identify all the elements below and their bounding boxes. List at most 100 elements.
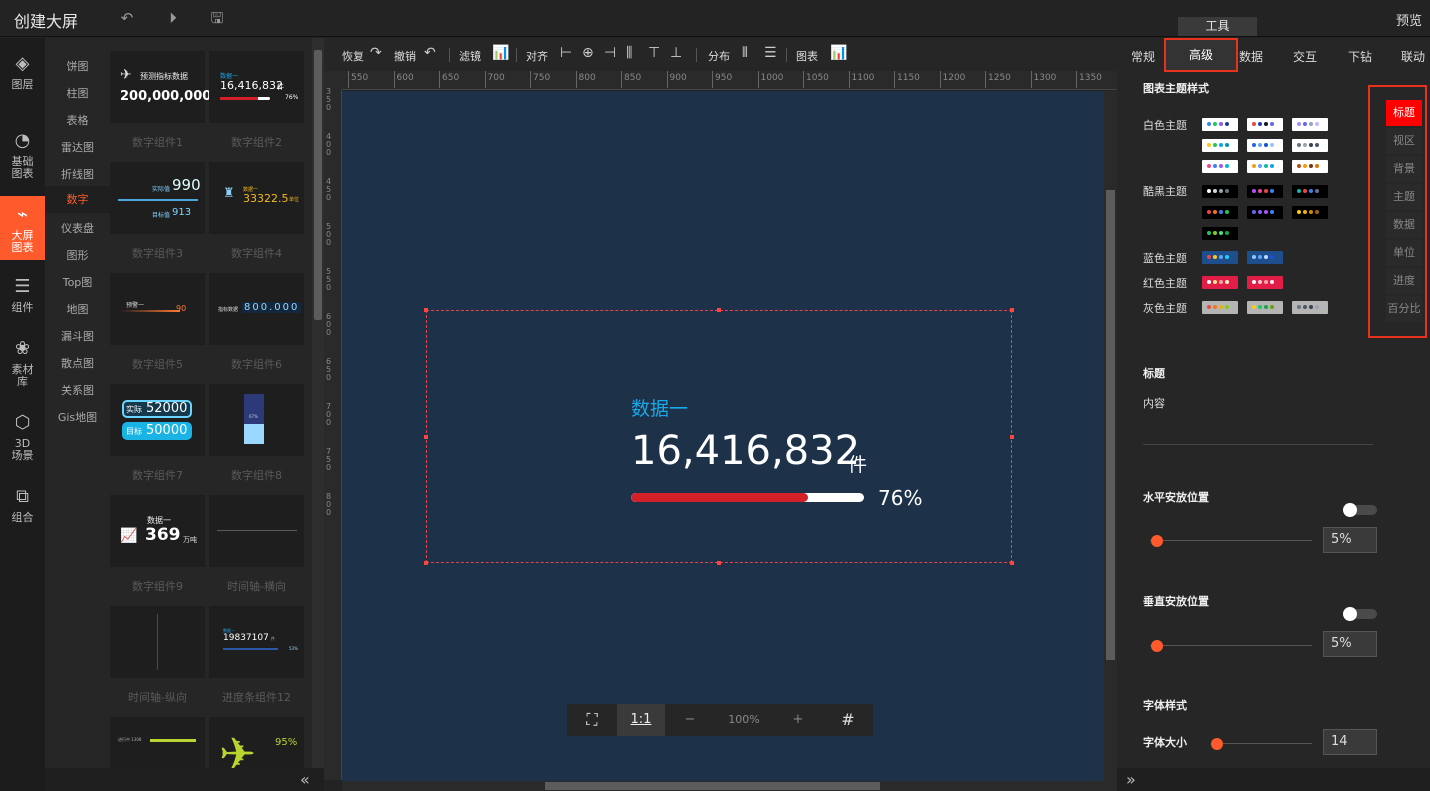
nav-bigscreen-charts[interactable]: ⌁ 大屏 图表 (0, 196, 45, 260)
side-tab-progress[interactable]: 进度 (1386, 268, 1422, 294)
chart-icon[interactable]: 📊 (830, 45, 847, 61)
tools-tab[interactable]: 工具 (1178, 17, 1257, 36)
side-tab-data[interactable]: 数据 (1386, 212, 1422, 238)
resize-handle[interactable] (424, 561, 428, 565)
category-pie[interactable]: 饼图 (45, 58, 110, 74)
resize-handle[interactable] (1010, 435, 1014, 439)
theme-swatch-red[interactable] (1202, 276, 1238, 289)
theme-swatch-black[interactable] (1292, 185, 1328, 198)
resize-handle[interactable] (1010, 308, 1014, 312)
canvas-vertical-scrollbar-thumb[interactable] (1106, 190, 1115, 660)
theme-swatch-black[interactable] (1292, 206, 1328, 219)
side-tab-unit[interactable]: 单位 (1386, 240, 1422, 266)
resize-handle[interactable] (1010, 561, 1014, 565)
theme-swatch-red[interactable] (1247, 276, 1283, 289)
v-position-value[interactable]: 5% (1323, 631, 1377, 657)
thumb-number-4[interactable]: ♜ 数据一 33322.5 单位 (209, 162, 304, 234)
nav-layers[interactable]: ◈ 图层 (0, 53, 45, 103)
align-left-icon[interactable]: ⊢ (560, 45, 572, 61)
align-center-icon[interactable]: ⊕ (582, 45, 594, 61)
theme-swatch-white[interactable] (1292, 160, 1328, 173)
resize-handle[interactable] (717, 561, 721, 565)
nav-3d-scene[interactable]: ⬡ 3D 场景 (0, 412, 45, 468)
undo-button[interactable]: 撤销 (394, 48, 416, 64)
save-icon[interactable]: 🖫 (208, 9, 226, 27)
thumb-timeline-horizontal[interactable] (209, 495, 304, 567)
theme-swatch-gray[interactable] (1202, 301, 1238, 314)
thumb-number-2[interactable]: 数据一 16,416,832 件 76% (209, 51, 304, 123)
thumb-number-7[interactable]: 实际 52000 目标 50000 (110, 384, 205, 456)
nav-material[interactable]: ❀ 素材 库 (0, 338, 45, 394)
h-position-value[interactable]: 5% (1323, 527, 1377, 553)
thumb-timeline-vertical[interactable] (110, 606, 205, 678)
canvas-horizontal-scrollbar-thumb[interactable] (545, 782, 880, 790)
align-top-icon[interactable]: ⊤ (648, 45, 660, 61)
align-vcenter-icon[interactable]: ⫼ (626, 45, 632, 61)
theme-swatch-white[interactable] (1202, 118, 1238, 131)
fit-screen-icon[interactable]: ⛶ (567, 704, 617, 736)
tab-linkage[interactable]: 联动 (1401, 48, 1425, 65)
align-bottom-icon[interactable]: ⊥ (670, 45, 682, 61)
content-input-underline[interactable] (1143, 444, 1373, 445)
theme-swatch-white[interactable] (1292, 139, 1328, 152)
distribute-v-icon[interactable]: ☰ (764, 45, 777, 61)
tab-data[interactable]: 数据 (1239, 48, 1263, 65)
category-top[interactable]: Top图 (45, 274, 110, 290)
side-tab-background[interactable]: 背景 (1386, 156, 1422, 182)
tab-interaction[interactable]: 交互 (1293, 48, 1317, 65)
thumb-progress-13[interactable]: 进行中 1308 (110, 717, 205, 768)
resize-handle[interactable] (424, 308, 428, 312)
nav-basic-charts[interactable]: ◔ 基础 图表 (0, 130, 45, 186)
redo-icon[interactable]: ↷ (370, 45, 382, 61)
thumb-number-9[interactable]: 📈 数据一 369 万吨 (110, 495, 205, 567)
category-funnel[interactable]: 漏斗图 (45, 328, 110, 344)
category-table[interactable]: 表格 (45, 112, 110, 128)
category-bar[interactable]: 柱图 (45, 85, 110, 101)
filter-button[interactable]: 滤镜 (459, 48, 481, 64)
theme-swatch-white[interactable] (1247, 160, 1283, 173)
category-gauge[interactable]: 仪表盘 (45, 220, 110, 236)
zoom-out-button[interactable]: − (665, 704, 715, 736)
side-tab-viewport[interactable]: 视区 (1386, 128, 1422, 154)
v-position-slider-knob[interactable] (1151, 640, 1163, 652)
tab-advanced[interactable]: 高级 (1164, 38, 1238, 72)
h-position-slider-knob[interactable] (1151, 535, 1163, 547)
theme-swatch-blue[interactable] (1202, 251, 1238, 264)
v-position-slider-track[interactable] (1150, 645, 1312, 646)
side-tab-percent[interactable]: 百分比 (1386, 296, 1422, 322)
nav-components[interactable]: ☰ 组件 (0, 276, 45, 320)
undo-icon[interactable]: ↶ (118, 9, 136, 27)
category-shape[interactable]: 图形 (45, 247, 110, 263)
category-radar[interactable]: 雷达图 (45, 139, 110, 155)
theme-swatch-gray[interactable] (1292, 301, 1328, 314)
category-gis-map[interactable]: Gis地图 (45, 409, 110, 425)
theme-swatch-blue[interactable] (1247, 251, 1283, 264)
font-size-slider-track[interactable] (1212, 743, 1312, 744)
font-size-slider-knob[interactable] (1211, 738, 1223, 750)
thumb-airplane-progress[interactable]: ✈ 95% (209, 717, 304, 768)
v-position-toggle[interactable] (1343, 607, 1377, 621)
theme-swatch-white[interactable] (1247, 118, 1283, 131)
theme-swatch-black[interactable] (1247, 206, 1283, 219)
undo-arrow-icon[interactable]: ↶ (424, 45, 436, 61)
thumb-number-6[interactable]: 指标数据 800.000 (209, 273, 304, 345)
redo-button[interactable]: 恢复 (342, 48, 364, 64)
category-map[interactable]: 地图 (45, 301, 110, 317)
tab-general[interactable]: 常规 (1131, 48, 1155, 65)
resize-handle[interactable] (424, 435, 428, 439)
nav-group[interactable]: ⧉ 组合 (0, 486, 45, 530)
resize-handle[interactable] (717, 308, 721, 312)
thumb-number-8[interactable]: 67% (209, 384, 304, 456)
preview-button[interactable]: 预览 (1396, 10, 1422, 29)
align-right-icon[interactable]: ⊣ (604, 45, 616, 61)
distribute-button[interactable]: 分布 (708, 48, 730, 64)
side-tab-title[interactable]: 标题 (1386, 100, 1422, 126)
category-relation[interactable]: 关系图 (45, 382, 110, 398)
collapse-right-icon[interactable]: » (1126, 770, 1136, 789)
left-scrollbar-thumb[interactable] (314, 50, 322, 320)
category-number[interactable]: 数字 (45, 186, 110, 213)
align-button[interactable]: 对齐 (526, 48, 548, 64)
theme-swatch-white[interactable] (1202, 139, 1238, 152)
zoom-1to1-button[interactable]: 1:1 (617, 704, 665, 736)
zoom-in-button[interactable]: + (773, 704, 823, 736)
